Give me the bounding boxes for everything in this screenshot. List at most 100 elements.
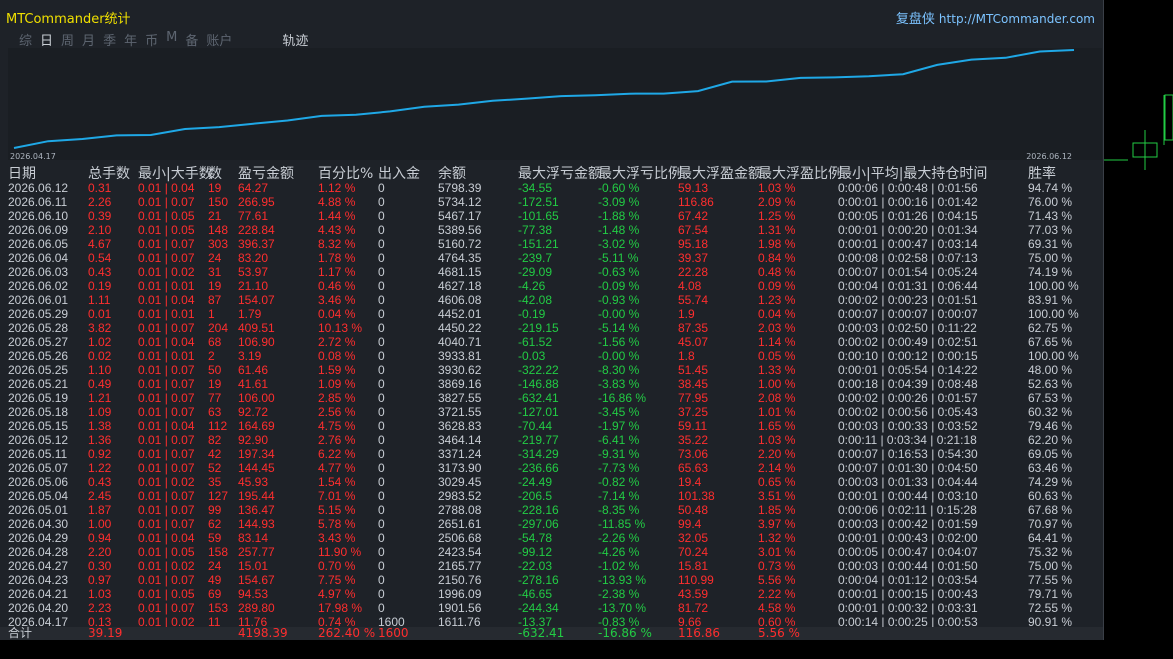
tab-1[interactable]: 日 [39,30,54,49]
table-row[interactable]: 2026.04.20 2.23 0.01 | 0.07 153 289.80 17.98 … [0,601,1103,615]
table-cell: -54.78 [518,531,553,545]
header-col-5[interactable]: 百分比% [318,163,373,183]
table-row[interactable]: 2026.05.26 0.02 0.01 | 0.01 2 3.19 0.08 % 0 393… [0,349,1103,363]
table-cell: 0 [378,335,385,349]
tab-4[interactable]: 季 [102,30,117,49]
brand-link[interactable]: 复盘侠 http://MTCommander.com [896,8,1095,27]
table-row[interactable]: 2026.05.29 0.01 0.01 | 0.01 1 1.79 0.04 % 0 445… [0,307,1103,321]
table-cell: 0.46 % [318,279,356,293]
table-cell: 0 [378,307,385,321]
header-col-6[interactable]: 出入金 [378,163,420,183]
totals-row: 合计 39.19 4198.39 262.40 % 1600 -632.41 -… [0,627,1103,640]
table-cell: 67.65 % [1028,335,1073,349]
tab-6[interactable]: 币 [144,30,159,49]
table-row[interactable]: 2026.04.23 0.97 0.01 | 0.07 49 154.67 7.75 % 0… [0,573,1103,587]
app-title: MTCommander统计 [6,12,131,27]
table-cell: 0 [378,503,385,517]
table-row[interactable]: 2026.06.10 0.39 0.01 | 0.05 21 77.61 1.44 % 0 5… [0,209,1103,223]
header-col-11[interactable]: 最大浮盈比例 [758,163,842,183]
table-row[interactable]: 2026.05.18 1.09 0.01 | 0.07 63 92.72 2.56 % 0 3… [0,405,1103,419]
table-cell: 2026.05.12 [8,433,69,447]
chart-end-date: 2026.06.12 [1026,152,1072,161]
table-row[interactable]: 2026.05.04 2.45 0.01 | 0.07 127 195.44 7.01 %… [0,489,1103,503]
tab-2[interactable]: 周 [60,30,75,49]
header-col-10[interactable]: 最大浮盈金额 [678,163,762,183]
table-row[interactable]: 2026.05.19 1.21 0.01 | 0.07 77 106.00 2.85 % 0… [0,391,1103,405]
table-cell: 4606.08 [438,293,482,307]
table-row[interactable]: 2026.04.29 0.94 0.01 | 0.04 59 83.14 3.43 % 0 2… [0,531,1103,545]
table-cell: 0.01 | 0.01 [138,349,195,363]
table-row[interactable]: 2026.04.21 1.03 0.01 | 0.05 69 94.53 4.97 % 0 1… [0,587,1103,601]
header-col-12[interactable]: 最小|平均|最大持仓时间 [838,163,987,183]
table-row[interactable]: 2026.06.02 0.19 0.01 | 0.01 19 21.10 0.46 % 0 4… [0,279,1103,293]
table-row[interactable]: 2026.04.28 2.20 0.01 | 0.05 158 257.77 11.90 … [0,545,1103,559]
table-cell: 3.43 % [318,531,356,545]
table-row[interactable]: 2026.05.01 1.87 0.01 | 0.07 99 136.47 5.15 % 0… [0,503,1103,517]
table-cell: 0:00:08 | 0:02:58 | 0:07:13 [838,251,978,265]
table-cell: 2026.05.29 [8,307,69,321]
tab-10[interactable]: 轨迹 [281,30,309,49]
table-row[interactable]: 2026.05.21 0.49 0.01 | 0.07 19 41.61 1.09 % 0 3… [0,377,1103,391]
table-row[interactable]: 2026.05.12 1.36 0.01 | 0.07 82 92.90 2.76 % 0 3… [0,433,1103,447]
table-cell: 154.67 [238,573,275,587]
table-cell: 2026.05.28 [8,321,69,335]
table-cell: 0.49 [88,377,112,391]
brand-url[interactable]: http://MTCommander.com [939,12,1095,26]
table-row[interactable]: 2026.06.03 0.43 0.01 | 0.02 31 53.97 1.17 % 0 4… [0,265,1103,279]
table-cell: 74.19 % [1028,265,1073,279]
table-cell: 112 [208,419,228,433]
table-cell: 5467.17 [438,209,482,223]
table-cell: 150 [208,195,229,209]
table-cell: 197.34 [238,447,275,461]
header-col-8[interactable]: 最大浮亏金额 [518,163,602,183]
tab-7[interactable]: M [165,30,178,48]
header-col-4[interactable]: 盈亏金额 [238,163,294,183]
header-col-3[interactable]: 数 [208,163,222,183]
tab-3[interactable]: 月 [81,30,96,49]
table-cell: 2026.05.06 [8,475,69,489]
table-cell: 1.12 % [318,181,356,195]
table-cell: 0.01 | 0.02 [138,265,195,279]
table-cell: 4.75 % [318,419,356,433]
table-cell: 0:00:10 | 0:00:12 | 0:00:15 [838,349,978,363]
table-row[interactable]: 2026.06.11 2.26 0.01 | 0.07 150 266.95 4.88 %… [0,195,1103,209]
table-row[interactable]: 2026.06.05 4.67 0.01 | 0.07 303 396.37 8.32 %… [0,237,1103,251]
table-cell: 0.01 | 0.01 [138,279,195,293]
table-cell: -11.85 % [598,517,646,531]
table-cell: -0.00 % [598,349,640,363]
table-row[interactable]: 2026.05.11 0.92 0.01 | 0.07 42 197.34 6.22 % 0… [0,447,1103,461]
table-cell: 64.27 [238,181,269,195]
table-cell: 0:00:01 | 0:00:32 | 0:03:31 [838,601,978,615]
table-cell: 52 [208,461,222,475]
table-header: 日期 总手数 最小|大手数数盈亏金额 百分比% 出入金 余额 最大浮亏金额 最大浮亏比例 最大浮… [0,163,1103,183]
table-cell: 0.08 % [318,349,356,363]
table-row[interactable]: 2026.04.30 1.00 0.01 | 0.07 62 144.93 5.78 % 0… [0,517,1103,531]
header-col-7[interactable]: 余额 [438,163,466,183]
table-cell: 87 [208,293,222,307]
tab-8[interactable]: 备 [184,30,199,49]
table-cell: 2788.08 [438,503,482,517]
header-col-9[interactable]: 最大浮亏比例 [598,163,682,183]
table-row[interactable]: 2026.04.27 0.30 0.01 | 0.02 24 15.01 0.70 % 0 2… [0,559,1103,573]
table-row[interactable]: 2026.05.06 0.43 0.01 | 0.02 35 45.93 1.54 % 0 3… [0,475,1103,489]
table-row[interactable]: 2026.05.28 3.82 0.01 | 0.07 204 409.51 10.13 … [0,321,1103,335]
header-col-13[interactable]: 胜率 [1028,163,1056,183]
table-cell: 2165.77 [438,559,482,573]
table-cell: 0 [378,363,385,377]
table-row[interactable]: 2026.05.25 1.10 0.01 | 0.07 50 61.46 1.59 % 0 3… [0,363,1103,377]
table-row[interactable]: 2026.05.15 1.38 0.01 | 0.04 112 164.69 4.75 %… [0,419,1103,433]
table-row[interactable]: 2026.06.01 1.11 0.01 | 0.04 87 154.07 3.46 % 0… [0,293,1103,307]
header-col-0[interactable]: 日期 [8,163,36,183]
header-col-2[interactable]: 最小|大手数 [138,163,213,183]
tab-9[interactable]: 账户 [205,30,233,49]
tab-5[interactable]: 年 [123,30,138,49]
tab-0[interactable]: 综 [18,30,33,49]
table-cell: 0:00:05 | 0:00:47 | 0:04:07 [838,545,978,559]
header-col-1[interactable]: 总手数 [88,163,130,183]
table-row[interactable]: 2026.06.12 0.31 0.01 | 0.04 19 64.27 1.12 % 0 5… [0,181,1103,195]
table-row[interactable]: 2026.05.27 1.02 0.01 | 0.04 68 106.90 2.72 % 0… [0,335,1103,349]
table-row[interactable]: 2026.06.09 2.10 0.01 | 0.05 148 228.84 4.43 %… [0,223,1103,237]
table-row[interactable]: 2026.05.07 1.22 0.01 | 0.07 52 144.45 4.77 % 0… [0,461,1103,475]
table-row[interactable]: 2026.06.04 0.54 0.01 | 0.07 24 83.20 1.78 % 0 4… [0,251,1103,265]
table-cell: 3.46 % [318,293,356,307]
